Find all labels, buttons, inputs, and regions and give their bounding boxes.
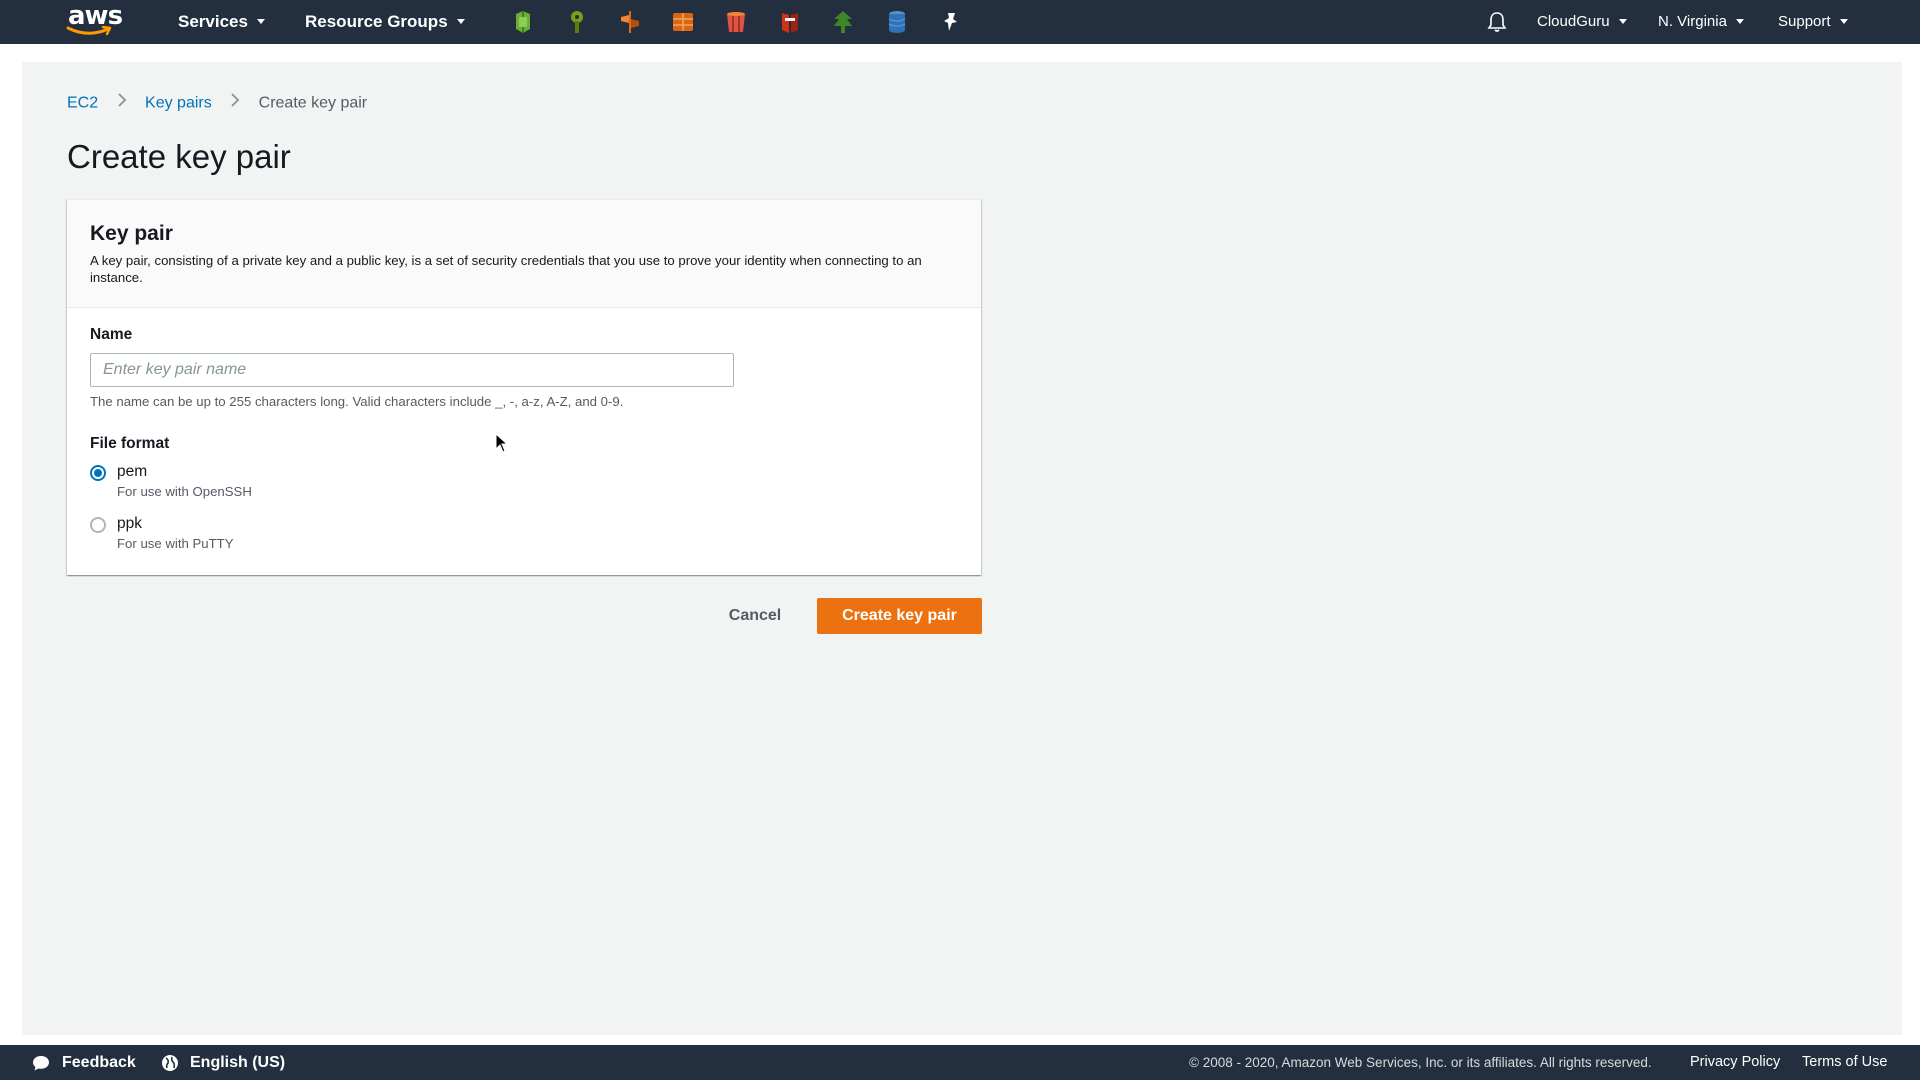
panel-description: A key pair, consisting of a private key … xyxy=(90,253,922,285)
breadcrumb: EC2 Key pairs Create key pair xyxy=(67,92,367,114)
aws-smile-icon xyxy=(66,26,112,36)
resource-groups-menu[interactable]: Resource Groups xyxy=(305,0,465,44)
support-menu[interactable]: Support xyxy=(1778,0,1848,44)
support-menu-label: Support xyxy=(1778,13,1831,30)
services-menu[interactable]: Services xyxy=(178,0,265,44)
name-field-hint: The name can be up to 255 characters lon… xyxy=(90,394,624,409)
region-menu-label: N. Virginia xyxy=(1658,13,1727,30)
key-pair-panel: Key pair A key pair, consisting of a pri… xyxy=(67,199,981,575)
chevron-down-icon xyxy=(456,19,465,25)
pem-option-label: pem xyxy=(117,463,148,480)
chevron-down-icon xyxy=(256,19,265,25)
name-field-label: Name xyxy=(90,326,133,343)
top-navigation-bar: aws Services Resource Groups CloudGuru N… xyxy=(0,0,1920,44)
ppk-radio-button[interactable] xyxy=(90,517,106,533)
page-scrollbar[interactable] xyxy=(1905,44,1920,1045)
feedback-link[interactable]: Feedback xyxy=(62,1045,136,1080)
account-menu-label: CloudGuru xyxy=(1537,13,1610,30)
footer-bar: Feedback English (US) © 2008 - 2020, Ama… xyxy=(0,1045,1920,1080)
cancel-button[interactable]: Cancel xyxy=(712,598,798,634)
chevron-down-icon xyxy=(1618,18,1627,24)
breadcrumb-ec2-link[interactable]: EC2 xyxy=(67,95,98,112)
cloudtrail-icon[interactable] xyxy=(777,9,803,35)
resource-groups-menu-label: Resource Groups xyxy=(305,12,448,31)
create-key-pair-button[interactable]: Create key pair xyxy=(817,598,982,634)
pin-icon[interactable] xyxy=(938,9,964,35)
page-title: Create key pair xyxy=(67,138,291,175)
codecommit-icon[interactable] xyxy=(830,9,856,35)
panel-title: Key pair xyxy=(90,222,173,245)
speech-bubble-icon xyxy=(33,1056,49,1071)
aws-logo[interactable]: aws xyxy=(66,1,123,36)
key-pair-name-input[interactable] xyxy=(90,353,734,387)
ec2-icon[interactable] xyxy=(510,9,536,35)
terms-of-use-link[interactable]: Terms of Use xyxy=(1802,1045,1887,1080)
copyright-text: © 2008 - 2020, Amazon Web Services, Inc.… xyxy=(1189,1055,1652,1070)
breadcrumb-key-pairs-link[interactable]: Key pairs xyxy=(145,95,212,112)
chevron-down-icon xyxy=(1839,18,1848,24)
breadcrumb-current: Create key pair xyxy=(258,94,368,112)
account-menu[interactable]: CloudGuru xyxy=(1537,0,1627,44)
bell-icon[interactable] xyxy=(1486,11,1508,33)
dynamodb-icon[interactable] xyxy=(884,9,910,35)
lambda-icon[interactable] xyxy=(564,9,590,35)
region-menu[interactable]: N. Virginia xyxy=(1658,0,1744,44)
file-format-label: File format xyxy=(90,435,170,452)
ppk-option-label: ppk xyxy=(117,515,142,532)
iam-icon[interactable] xyxy=(617,9,643,35)
chevron-right-icon xyxy=(216,92,254,115)
chevron-down-icon xyxy=(1735,18,1744,24)
language-selector[interactable]: English (US) xyxy=(190,1045,285,1080)
pem-radio-button[interactable] xyxy=(90,465,106,481)
pem-option-description: For use with OpenSSH xyxy=(117,484,252,499)
services-menu-label: Services xyxy=(178,12,248,31)
globe-icon xyxy=(162,1055,178,1071)
mouse-cursor-icon xyxy=(495,433,509,453)
panel-header: Key pair A key pair, consisting of a pri… xyxy=(67,200,981,308)
chevron-right-icon xyxy=(103,92,141,115)
privacy-policy-link[interactable]: Privacy Policy xyxy=(1690,1045,1780,1080)
s3-icon[interactable] xyxy=(723,9,749,35)
cloudformation-icon[interactable] xyxy=(670,9,696,35)
ppk-option-description: For use with PuTTY xyxy=(117,536,234,551)
